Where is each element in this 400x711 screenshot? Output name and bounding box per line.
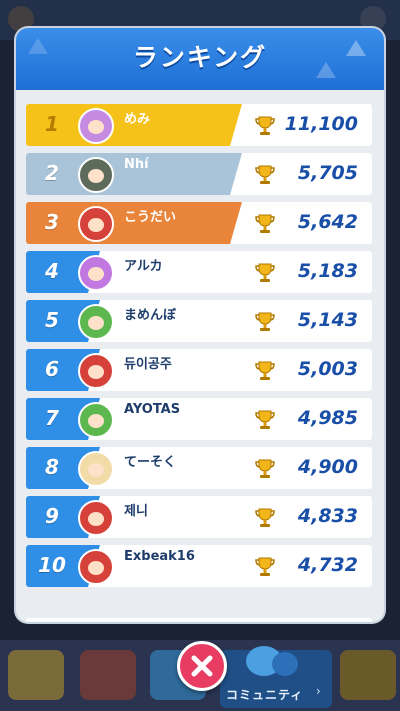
player-score: 5,705 (297, 162, 358, 184)
trophy-icon (255, 312, 275, 331)
ranking-row-partial (26, 618, 372, 622)
player-avatar[interactable] (78, 500, 114, 536)
trophy-icon (255, 214, 275, 233)
player-score: 4,985 (297, 407, 358, 429)
trophy-icon (255, 459, 275, 478)
ranking-popup: ランキング 1 めみ 11,100 2 Nhí 5,705 3 こうだい 5,642 4 アルカ 5,… (16, 28, 384, 622)
player-avatar[interactable] (78, 255, 114, 291)
rank-number: 4 (45, 259, 59, 283)
close-icon (191, 655, 213, 677)
player-name: まめんぼ (124, 308, 177, 323)
avatar-face (88, 267, 104, 281)
avatar-face (88, 512, 104, 526)
player-score: 5,183 (297, 260, 358, 282)
ranking-row[interactable]: 2 Nhí 5,705 (26, 153, 372, 195)
player-avatar[interactable] (78, 353, 114, 389)
chat-icon-secondary (272, 652, 298, 676)
player-name: AYOTAS (124, 402, 181, 417)
player-avatar[interactable] (78, 402, 114, 438)
avatar-face (88, 316, 104, 330)
ranking-row[interactable]: 5 まめんぼ 5,143 (26, 300, 372, 342)
player-avatar[interactable] (78, 304, 114, 340)
rank-number: 1 (45, 112, 59, 136)
ranking-list[interactable]: 1 めみ 11,100 2 Nhí 5,705 3 こうだい 5,642 4 アルカ 5,183 5 まめ… (16, 90, 384, 622)
rank-number: 8 (45, 455, 59, 479)
player-name: Nhí (124, 157, 149, 172)
ranking-row[interactable]: 6 듀이공주 5,003 (26, 349, 372, 391)
ranking-row[interactable]: 9 제니 4,833 (26, 496, 372, 538)
avatar-face (88, 561, 104, 575)
rank-number: 6 (45, 357, 59, 381)
ranking-row[interactable]: 3 こうだい 5,642 (26, 202, 372, 244)
avatar-face (88, 365, 104, 379)
rank-number: 10 (38, 553, 66, 577)
trophy-icon (255, 557, 275, 576)
chevron-right-icon: › (316, 684, 321, 698)
player-score: 5,143 (297, 309, 358, 331)
player-name: Exbeak16 (124, 549, 195, 564)
ranking-row[interactable]: 1 めみ 11,100 (26, 104, 372, 146)
rank-number: 9 (45, 504, 59, 528)
player-name: 제니 (124, 504, 148, 519)
nav-item-shop[interactable] (8, 650, 64, 700)
avatar-face (88, 169, 104, 183)
ranking-row[interactable]: 7 AYOTAS 4,985 (26, 398, 372, 440)
ranking-row[interactable]: 10 Exbeak16 4,732 (26, 545, 372, 587)
player-name: めみ (124, 112, 151, 127)
ranking-row[interactable]: 8 てーそく 4,900 (26, 447, 372, 489)
popup-title: ランキング (132, 43, 268, 72)
player-score: 4,732 (297, 554, 358, 576)
trophy-icon (255, 165, 275, 184)
player-score: 11,100 (284, 113, 358, 135)
avatar-face (88, 414, 104, 428)
player-name: てーそく (124, 455, 177, 470)
ranking-row[interactable]: 4 アルカ 5,183 (26, 251, 372, 293)
nav-item-characters[interactable] (80, 650, 136, 700)
avatar-face (88, 218, 104, 232)
trophy-icon (255, 263, 275, 282)
rank-number: 2 (45, 161, 59, 185)
close-button[interactable] (177, 641, 227, 691)
player-avatar[interactable] (78, 206, 114, 242)
player-score: 4,833 (297, 505, 358, 527)
player-score: 5,642 (297, 211, 358, 233)
player-name: 듀이공주 (124, 357, 172, 372)
trophy-icon (255, 361, 275, 380)
rank-number: 7 (45, 406, 59, 430)
player-avatar[interactable] (78, 451, 114, 487)
avatar-face (88, 463, 104, 477)
community-label: コミュニティ (226, 688, 304, 702)
trophy-icon (255, 116, 275, 135)
player-avatar[interactable] (78, 108, 114, 144)
trophy-icon (255, 410, 275, 429)
avatar-face (88, 120, 104, 134)
rank-number: 3 (45, 210, 59, 234)
player-score: 5,003 (297, 358, 358, 380)
popup-header: ランキング (16, 28, 384, 90)
rank-number: 5 (45, 308, 59, 332)
player-name: こうだい (124, 210, 177, 225)
player-score: 4,900 (297, 456, 358, 478)
player-avatar[interactable] (78, 157, 114, 193)
nav-item-events[interactable] (340, 650, 396, 700)
trophy-icon (255, 508, 275, 527)
player-name: アルカ (124, 259, 163, 274)
player-avatar[interactable] (78, 549, 114, 585)
